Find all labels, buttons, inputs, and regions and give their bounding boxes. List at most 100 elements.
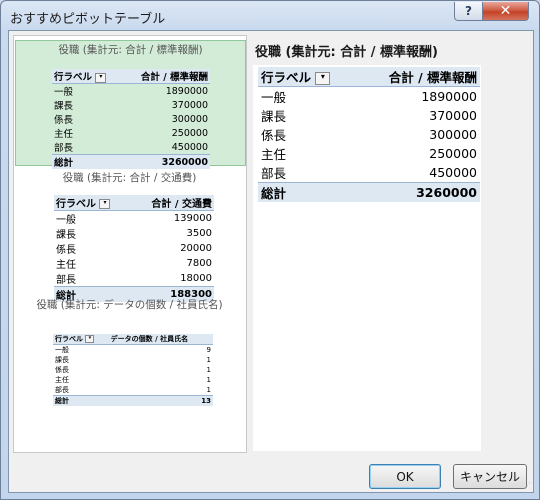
table-row: 課長 3500 [54, 226, 214, 241]
row-value: 3500 [186, 228, 212, 239]
total-label: 総計 [258, 182, 357, 202]
row-label: 一般 [261, 90, 287, 105]
pivot-preview-table: 行ラベル ▾ データの個数 / 社員氏名 一般 9 課長 1 係長 1 主任 1 部長 1… [53, 334, 213, 406]
row-value: 1890000 [421, 89, 477, 104]
row-labels-header: 行ラベル [54, 72, 93, 83]
ok-button[interactable]: OK [369, 464, 441, 489]
row-label: 一般 [56, 215, 76, 226]
row-value: 1 [206, 356, 211, 364]
row-value: 139000 [173, 213, 212, 224]
value-field-header: 合計 / 交通費 [130, 195, 214, 211]
row-value: 1890000 [165, 85, 208, 97]
row-label: 一般 [55, 346, 69, 354]
help-button[interactable]: ? [454, 2, 483, 21]
row-label: 主任 [54, 129, 74, 140]
recommendation-item[interactable]: 役職 (集計元: 合計 / 交通費) 行ラベル ▾ 合計 / 交通費 一般 139… [15, 168, 244, 302]
row-label: 主任 [261, 147, 287, 162]
row-value: 450000 [171, 141, 208, 153]
row-value: 250000 [429, 146, 477, 161]
pivot-detail-table: 行ラベル ▾ 合計 / 標準報酬 一般 1890000 課長 370000 係長 30… [258, 67, 480, 202]
table-row: 係長 300000 [258, 125, 480, 144]
recommendation-list[interactable]: 役職 (集計元: 合計 / 標準報酬) 行ラベル ▾ 合計 / 標準報酬 一般 1… [13, 35, 247, 453]
table-row: 係長 20000 [54, 241, 214, 256]
table-row: 主任 250000 [258, 144, 480, 163]
value-field-header: データの個数 / 社員氏名 [108, 334, 213, 345]
row-labels-header: 行ラベル [55, 335, 83, 343]
row-value: 7800 [186, 258, 212, 269]
resize-grip-icon[interactable]: ⋰ [523, 481, 531, 490]
total-label: 総計 [52, 154, 122, 169]
detail-title: 役職 (集計元: 合計 / 標準報酬) [255, 45, 438, 60]
row-value: 1 [206, 376, 211, 384]
recommended-pivot-dialog: おすすめピボットテーブル ? ✕ 役職 (集計元: 合計 / 標準報酬) 行ラベ… [0, 0, 540, 500]
row-value: 18000 [180, 273, 212, 284]
table-row: 係長 1 [53, 365, 213, 375]
total-value: 3260000 [356, 182, 480, 202]
row-label: 係長 [56, 245, 76, 256]
table-row: 係長 300000 [52, 112, 210, 127]
row-labels-header: 行ラベル [261, 70, 312, 85]
recommendation-item[interactable]: 役職 (集計元: 合計 / 標準報酬) 行ラベル ▾ 合計 / 標準報酬 一般 1… [15, 40, 246, 169]
total-label: 総計 [53, 395, 109, 406]
row-value: 20000 [180, 243, 212, 254]
row-label: 部長 [55, 386, 69, 394]
value-field-header: 合計 / 標準報酬 [356, 67, 480, 87]
row-label: 課長 [55, 356, 69, 364]
grand-total-row: 総計 13 [53, 395, 213, 406]
cancel-button[interactable]: キャンセル [453, 464, 527, 489]
row-value: 250000 [171, 127, 208, 139]
recommendation-item[interactable]: 役職 (集計元: データの個数 / 社員氏名) 行ラベル ▾ データの個数 / … [15, 296, 244, 416]
pivot-header-row: 行ラベル ▾ 合計 / 標準報酬 [52, 69, 210, 84]
filter-dropdown-icon: ▾ [315, 72, 331, 85]
table-row: 課長 370000 [258, 106, 480, 125]
detail-preview-pane: 役職 (集計元: 合計 / 標準報酬) 行ラベル ▾ 合計 / 標準報酬 一般 1… [249, 35, 531, 451]
total-value: 13 [108, 395, 213, 406]
row-label: 課長 [261, 109, 287, 124]
detail-sheet: 行ラベル ▾ 合計 / 標準報酬 一般 1890000 課長 370000 係長 30… [253, 65, 481, 451]
row-label: 部長 [56, 275, 76, 286]
row-label: 一般 [54, 87, 74, 98]
grand-total-row: 総計 3260000 [52, 154, 210, 169]
row-value: 450000 [429, 165, 477, 180]
close-icon: ✕ [499, 3, 512, 19]
filter-dropdown-icon: ▾ [85, 335, 95, 343]
row-value: 300000 [429, 127, 477, 142]
row-value: 370000 [429, 108, 477, 123]
table-row: 主任 250000 [52, 126, 210, 141]
row-label: 主任 [56, 260, 76, 271]
table-row: 一般 1890000 [52, 84, 210, 99]
row-label: 係長 [55, 366, 69, 374]
pivot-preview-table: 行ラベル ▾ 合計 / 交通費 一般 139000 課長 3500 係長 20000 … [54, 195, 214, 302]
row-label: 係長 [261, 128, 287, 143]
table-row: 部長 18000 [54, 271, 214, 287]
table-row: 課長 1 [53, 355, 213, 365]
table-row: 一般 9 [53, 345, 213, 356]
row-label: 係長 [54, 115, 74, 126]
recommendation-title: 役職 (集計元: 合計 / 交通費) [62, 172, 197, 184]
table-row: 部長 1 [53, 385, 213, 396]
row-value: 1 [206, 366, 211, 374]
recommendation-title: 役職 (集計元: データの個数 / 社員氏名) [36, 299, 223, 311]
row-label: 主任 [55, 376, 69, 384]
row-labels-header: 行ラベル [56, 199, 96, 210]
table-row: 主任 1 [53, 375, 213, 385]
filter-dropdown-icon: ▾ [99, 199, 111, 209]
pivot-preview-table: 行ラベル ▾ 合計 / 標準報酬 一般 1890000 課長 370000 係長 30… [52, 69, 210, 169]
table-row: 一般 1890000 [258, 87, 480, 107]
pivot-header-row: 行ラベル ▾ 合計 / 交通費 [54, 195, 214, 211]
window-title: おすすめピボットテーブル [10, 12, 166, 27]
table-row: 部長 450000 [258, 163, 480, 183]
title-bar[interactable]: おすすめピボットテーブル ? ✕ [1, 1, 539, 30]
value-field-header: 合計 / 標準報酬 [121, 69, 210, 84]
table-row: 部長 450000 [52, 140, 210, 155]
row-label: 部長 [54, 143, 74, 154]
row-label: 部長 [261, 166, 287, 181]
row-value: 1 [206, 386, 211, 394]
dialog-body: 役職 (集計元: 合計 / 標準報酬) 行ラベル ▾ 合計 / 標準報酬 一般 1… [8, 30, 534, 493]
filter-dropdown-icon: ▾ [95, 72, 107, 83]
grand-total-row: 総計 3260000 [258, 182, 480, 202]
row-label: 課長 [54, 101, 74, 112]
close-button[interactable]: ✕ [482, 2, 529, 21]
table-row: 主任 7800 [54, 256, 214, 271]
help-icon: ? [465, 4, 472, 18]
